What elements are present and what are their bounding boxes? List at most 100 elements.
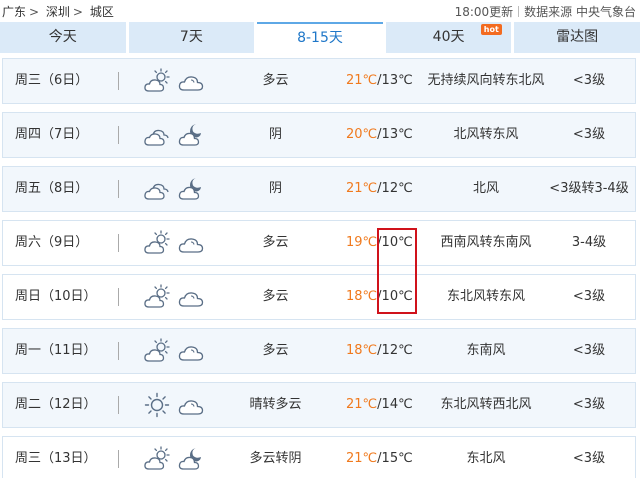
weather-icons [143,391,205,419]
weather-description: 多云 [262,343,289,358]
weather-icons [143,337,205,365]
forecast-row: 周五（8日） 阴 21℃/12℃ 北风 <3级转3-4级 [2,166,636,212]
row-divider [118,288,119,306]
sunny-icon [143,391,171,419]
weather-icons [143,445,205,473]
overcast-icon [143,175,171,203]
high-temp: 21℃ [346,397,378,412]
weather-icons [143,175,205,203]
forecast-day: 周六（9日） [15,235,89,250]
wind-direction: 东北风 [466,451,506,466]
forecast-day: 周三（13日） [15,451,97,466]
high-temp: 21℃ [346,181,378,196]
tab-label: 今天 [48,29,77,45]
row-divider [118,450,119,468]
row-divider [118,396,119,414]
forecast-row: 周二（12日） 晴转多云 21℃/14℃ 东北风转西北风 <3级 [2,382,636,428]
weather-icons [143,283,205,311]
update-info: 18:00更新 数据来源 中央气象台 [455,3,636,20]
tab-radar[interactable]: 雷达图 [514,22,640,53]
wind-level: <3级 [572,127,606,142]
partly-cloudy-night-icon [177,445,205,473]
wind-direction: 东南风 [466,343,506,358]
breadcrumb-province[interactable]: 广东 [2,5,26,19]
weather-description: 晴转多云 [249,397,302,412]
tab-label: 8-15天 [297,30,343,46]
wind-direction: 西南风转东南风 [440,235,532,250]
cloudy-icon [177,337,205,365]
forecast-day: 周一（11日） [15,343,97,358]
wind-level: <3级 [572,73,606,88]
tab-label: 雷达图 [556,29,599,45]
temperature-range: 20℃/13℃ [346,113,413,157]
breadcrumb-separator: > [72,5,83,19]
hot-badge: hot [480,24,502,35]
partly-cloudy-day-icon [143,67,171,95]
breadcrumb: 广东 > 深圳 > 城区 [2,3,117,20]
wind-direction: 东北风转西北风 [440,397,532,412]
wind-level: <3级 [572,343,606,358]
partly-cloudy-day-icon [143,283,171,311]
breadcrumb-district: 城区 [89,5,114,19]
forecast-day: 周三（6日） [15,73,89,88]
weather-description: 多云 [262,73,289,88]
forecast-row: 周三（13日） 多云转阴 21℃/15℃ 东北风 <3级 [2,436,636,478]
row-divider [118,342,119,360]
cloudy-icon [177,391,205,419]
row-divider [118,234,119,252]
weather-description: 阴 [268,127,282,142]
breadcrumb-city[interactable]: 深圳 [46,5,70,19]
partly-cloudy-night-icon [177,121,205,149]
high-temp: 21℃ [346,73,378,88]
highlight-box [377,228,417,314]
weather-icons [143,67,205,95]
wind-level: <3级转3-4级 [549,181,629,196]
cloudy-icon [177,67,205,95]
weather-description: 阴 [268,181,282,196]
data-source: 数据来源 中央气象台 [524,5,636,19]
weather-icons [143,229,205,257]
low-temp: 13℃ [381,127,413,142]
high-temp: 18℃ [346,343,378,358]
partly-cloudy-day-icon [143,445,171,473]
high-temp: 19℃ [346,235,378,250]
tab-7-days[interactable]: 7天 [128,22,255,53]
low-temp: 14℃ [381,397,413,412]
wind-direction: 无持续风向转东北风 [427,73,545,88]
weather-description: 多云 [262,289,289,304]
cloudy-icon [177,229,205,257]
wind-direction: 东北风转东风 [446,289,525,304]
high-temp: 20℃ [346,127,378,142]
tab-label: 7天 [179,29,203,45]
tab-label: 40天 [432,29,465,45]
wind-direction: 北风转东风 [453,127,519,142]
forecast-row: 周四（7日） 阴 20℃/13℃ 北风转东风 <3级 [2,112,636,158]
high-temp: 21℃ [346,451,378,466]
row-divider [118,72,119,90]
forecast-day: 周二（12日） [15,397,97,412]
breadcrumb-separator: > [29,5,40,19]
high-temp: 18℃ [346,289,378,304]
tab-40-days[interactable]: 40天 hot [385,22,512,53]
row-divider [118,180,119,198]
temperature-range: 21℃/14℃ [346,383,413,427]
temperature-range: 21℃/12℃ [346,167,413,211]
forecast-day: 周五（8日） [15,181,89,196]
tab-today[interactable]: 今天 [0,22,126,53]
overcast-icon [143,121,171,149]
wind-level: <3级 [572,397,606,412]
temperature-range: 18℃/12℃ [346,329,413,373]
wind-level: <3级 [572,289,606,304]
forecast-row: 周三（6日） 多云 21℃/13℃ 无持续风向转东北风 <3级 [2,58,636,104]
wind-level: 3-4级 [571,235,607,250]
weather-description: 多云 [262,235,289,250]
weather-icons [143,121,205,149]
wind-level: <3级 [572,451,606,466]
temperature-range: 21℃/15℃ [346,437,413,478]
low-temp: 12℃ [381,343,413,358]
forecast-tabs: 今天 7天 8-15天 40天 hot 雷达图 [0,22,640,53]
wind-direction: 北风 [472,181,499,196]
partly-cloudy-night-icon [177,175,205,203]
partly-cloudy-day-icon [143,337,171,365]
tab-8-15-days[interactable]: 8-15天 [257,22,383,53]
